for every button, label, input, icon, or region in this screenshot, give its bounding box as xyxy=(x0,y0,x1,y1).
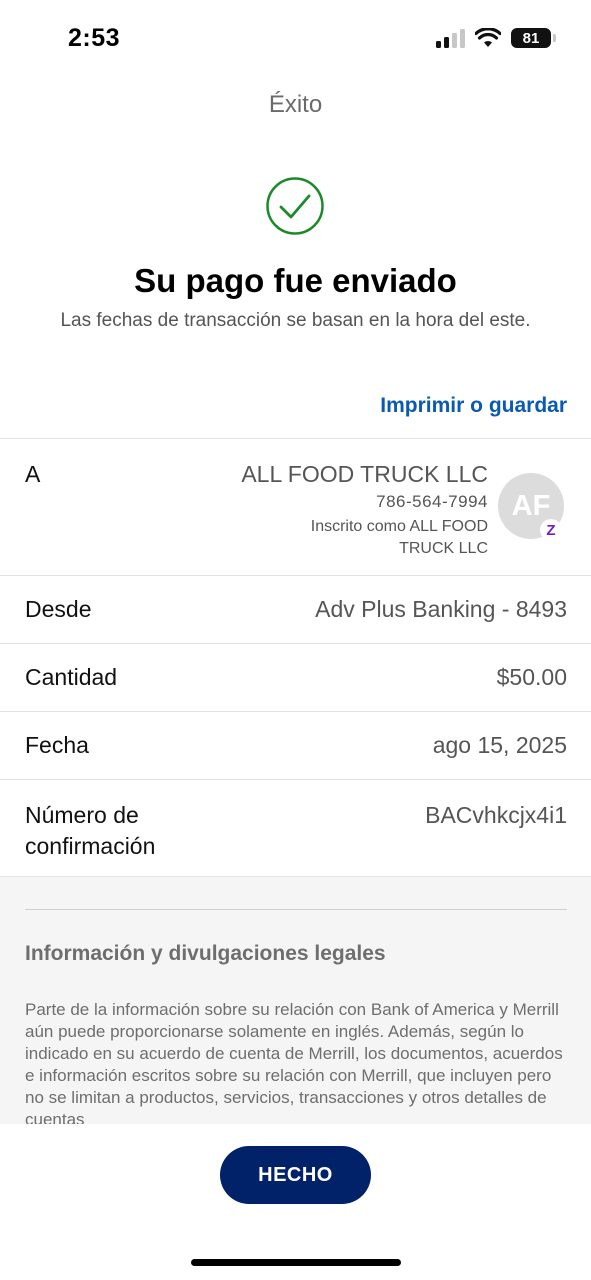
battery-level: 81 xyxy=(522,29,540,47)
from-label: Desde xyxy=(25,596,92,622)
zelle-icon: Z xyxy=(540,519,562,541)
recipient-row: A ALL FOOD TRUCK LLC 786-564-7994 Inscri… xyxy=(0,438,591,575)
recipient-name: ALL FOOD TRUCK LLC xyxy=(241,461,488,487)
recipient-info: ALL FOOD TRUCK LLC 786-564-7994 Inscrito… xyxy=(241,459,488,560)
legal-title: Información y divulgaciones legales xyxy=(25,942,386,965)
subtitle: Las fechas de transacción se basan en la… xyxy=(60,310,531,331)
recipient-label: A xyxy=(25,461,41,487)
recipient-phone: 786-564-7994 xyxy=(376,492,488,511)
status-bar: 2:53 81 xyxy=(0,0,591,80)
divider xyxy=(25,909,567,910)
check-circle-icon xyxy=(266,177,324,235)
status-time: 2:53 xyxy=(68,24,121,52)
confirmation-row: Número de confirmación BACvhkcjx4i1 xyxy=(0,779,591,877)
from-value: Adv Plus Banking - 8493 xyxy=(315,596,567,622)
confirmation-label: Número de confirmación xyxy=(25,802,156,859)
legal-body: Parte de la información sobre su relació… xyxy=(25,1000,563,1124)
date-row: Fecha ago 15, 2025 xyxy=(0,711,591,779)
payment-details: A ALL FOOD TRUCK LLC 786-564-7994 Inscri… xyxy=(0,438,591,877)
confirmation-value: BACvhkcjx4i1 xyxy=(425,802,567,828)
amount-value: $50.00 xyxy=(496,664,567,690)
cellular-signal-icon xyxy=(436,28,465,48)
legal-section[interactable]: Información y divulgaciones legales Part… xyxy=(0,876,591,1124)
wifi-icon xyxy=(475,28,501,47)
home-indicator[interactable] xyxy=(191,1259,401,1266)
date-label: Fecha xyxy=(25,732,89,758)
recipient-enrolled-as: Inscrito como ALL FOOD TRUCK LLC xyxy=(310,518,488,557)
amount-row: Cantidad $50.00 xyxy=(0,643,591,711)
battery-icon: 81 xyxy=(511,28,556,48)
main-title: Su pago fue enviado xyxy=(134,262,457,299)
print-or-save-link[interactable]: Imprimir o guardar xyxy=(380,394,567,418)
date-value: ago 15, 2025 xyxy=(432,732,567,758)
from-row: Desde Adv Plus Banking - 8493 xyxy=(0,575,591,643)
status-icons: 81 xyxy=(436,28,556,48)
screen-title: Éxito xyxy=(268,91,323,118)
done-button[interactable]: HECHO xyxy=(220,1146,371,1204)
amount-label: Cantidad xyxy=(25,664,118,690)
